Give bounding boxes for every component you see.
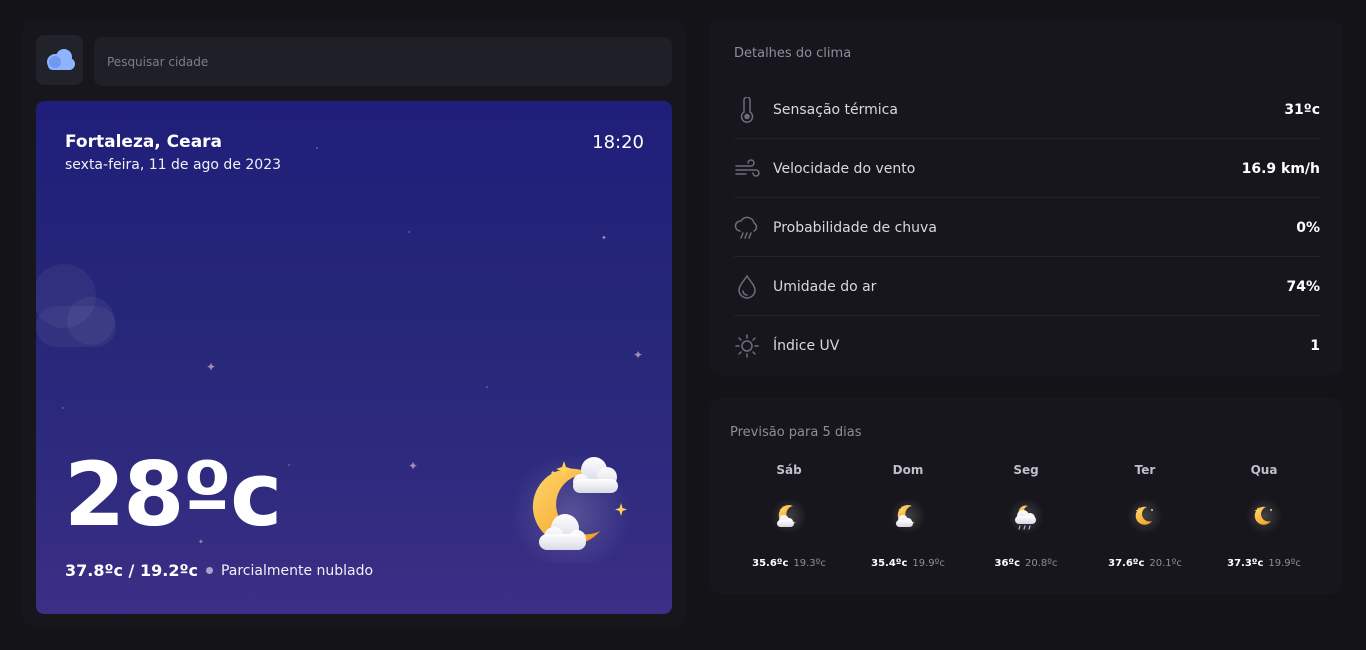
- forecast-temps: 35.6ºc 19.3ºc: [752, 558, 826, 569]
- forecast-day-name: Sáb: [776, 463, 802, 477]
- details-title: Detalhes do clima: [734, 46, 852, 61]
- detail-row-wind: Velocidade do vento 16.9 km/h: [734, 140, 1320, 198]
- detail-row-uv: Índice UV 1: [734, 317, 1320, 375]
- detail-value: 1: [1310, 338, 1320, 354]
- moon-icon: [1125, 496, 1165, 536]
- separator-dot: [205, 567, 213, 574]
- moon-cloud-icon: [769, 496, 809, 536]
- weather-details-panel: Detalhes do clima Sensação térmica 31ºc …: [709, 20, 1343, 375]
- rain-cloud-icon: [1006, 496, 1046, 536]
- star-icon: ✦: [206, 360, 217, 374]
- forecast-day-name: Dom: [892, 463, 924, 477]
- detail-value: 16.9 km/h: [1241, 160, 1320, 177]
- star-dot: [486, 386, 488, 388]
- background-cloud-icon: [36, 264, 116, 347]
- moon-cloud-icon: [511, 453, 631, 563]
- current-summary: 37.8ºc / 19.2ºc Parcialmente nublado: [65, 561, 373, 580]
- forecast-temps: 37.6ºc 20.1ºc: [1108, 558, 1182, 569]
- moon-icon: [1244, 496, 1284, 536]
- star-dot: [288, 464, 290, 466]
- forecast-temps: 36ºc 20.8ºc: [995, 558, 1058, 569]
- current-temperature: 28ºc: [64, 443, 282, 546]
- search-input[interactable]: [105, 53, 672, 70]
- current-weather-panel: ✦ ✦ ✦ ✦ ✦ Fortaleza, Ceara sexta-feira, …: [22, 20, 686, 627]
- star-dot: [316, 147, 318, 149]
- forecast-max: 35.6ºc: [752, 558, 789, 569]
- forecast-day: Sáb 35.6ºc 19.3ºc: [734, 463, 844, 569]
- star-icon: ✦: [633, 348, 644, 362]
- forecast-max: 36ºc: [994, 558, 1020, 569]
- droplet-icon: [734, 274, 760, 300]
- forecast-day: Seg 36ºc 20.8ºc: [971, 463, 1081, 569]
- current-date: sexta-feira, 11 de ago de 2023: [65, 157, 282, 173]
- forecast-max: 37.6ºc: [1108, 558, 1145, 569]
- detail-value: 74%: [1286, 278, 1320, 295]
- logo-cloud-icon: [46, 49, 75, 70]
- detail-label: Probabilidade de chuva: [773, 219, 937, 236]
- moon-cloud-icon: [888, 496, 928, 536]
- weather-description: Parcialmente nublado: [220, 562, 374, 579]
- star-icon: ✦: [601, 234, 607, 242]
- detail-label: Umidade do ar: [773, 278, 877, 295]
- forecast-day-name: Qua: [1250, 463, 1278, 477]
- forecast-day-name: Ter: [1134, 463, 1156, 477]
- city-name: Fortaleza, Ceara: [65, 132, 223, 152]
- star-dot: [62, 407, 64, 409]
- wind-icon: [734, 156, 760, 182]
- app-logo[interactable]: [36, 35, 83, 85]
- forecast-temps: 35.4ºc 19.9ºc: [871, 558, 945, 569]
- current-time: 18:20: [592, 132, 644, 153]
- star-icon: ✦: [408, 459, 419, 473]
- detail-row-rain: Probabilidade de chuva 0%: [734, 199, 1320, 257]
- forecast-min: 20.1ºc: [1149, 558, 1182, 569]
- star-dot: [408, 231, 410, 233]
- detail-row-feels-like: Sensação térmica 31ºc: [734, 81, 1320, 139]
- forecast-panel: Previsão para 5 dias Sáb 35.6ºc 19.3ºc Do…: [709, 398, 1343, 594]
- current-weather-card: ✦ ✦ ✦ ✦ ✦ Fortaleza, Ceara sexta-feira, …: [36, 101, 672, 614]
- detail-label: Sensação térmica: [773, 101, 898, 118]
- forecast-temps: 37.3ºc 19.9ºc: [1227, 558, 1301, 569]
- forecast-day: Dom 35.4ºc 19.9ºc: [853, 463, 963, 569]
- forecast-day-name: Seg: [1013, 463, 1039, 477]
- rain-cloud-icon: [734, 215, 760, 241]
- forecast-min: 20.8ºc: [1025, 558, 1058, 569]
- detail-value: 31ºc: [1284, 101, 1320, 118]
- detail-value: 0%: [1296, 219, 1320, 236]
- forecast-max: 35.4ºc: [871, 558, 908, 569]
- thermometer-icon: [734, 96, 760, 123]
- min-max-temperature: 37.8ºc / 19.2ºc: [65, 561, 198, 580]
- forecast-min: 19.9ºc: [1268, 558, 1301, 569]
- detail-row-humidity: Umidade do ar 74%: [734, 258, 1320, 316]
- search-bar[interactable]: [94, 37, 672, 86]
- forecast-max: 37.3ºc: [1227, 558, 1264, 569]
- forecast-min: 19.9ºc: [912, 558, 945, 569]
- detail-label: Índice UV: [773, 338, 840, 354]
- sun-icon: [734, 333, 760, 359]
- forecast-day: Qua 37.3ºc 19.9ºc: [1209, 463, 1319, 569]
- detail-label: Velocidade do vento: [773, 160, 916, 177]
- forecast-title: Previsão para 5 dias: [730, 425, 862, 440]
- forecast-min: 19.3ºc: [793, 558, 826, 569]
- forecast-day: Ter 37.6ºc 20.1ºc: [1090, 463, 1200, 569]
